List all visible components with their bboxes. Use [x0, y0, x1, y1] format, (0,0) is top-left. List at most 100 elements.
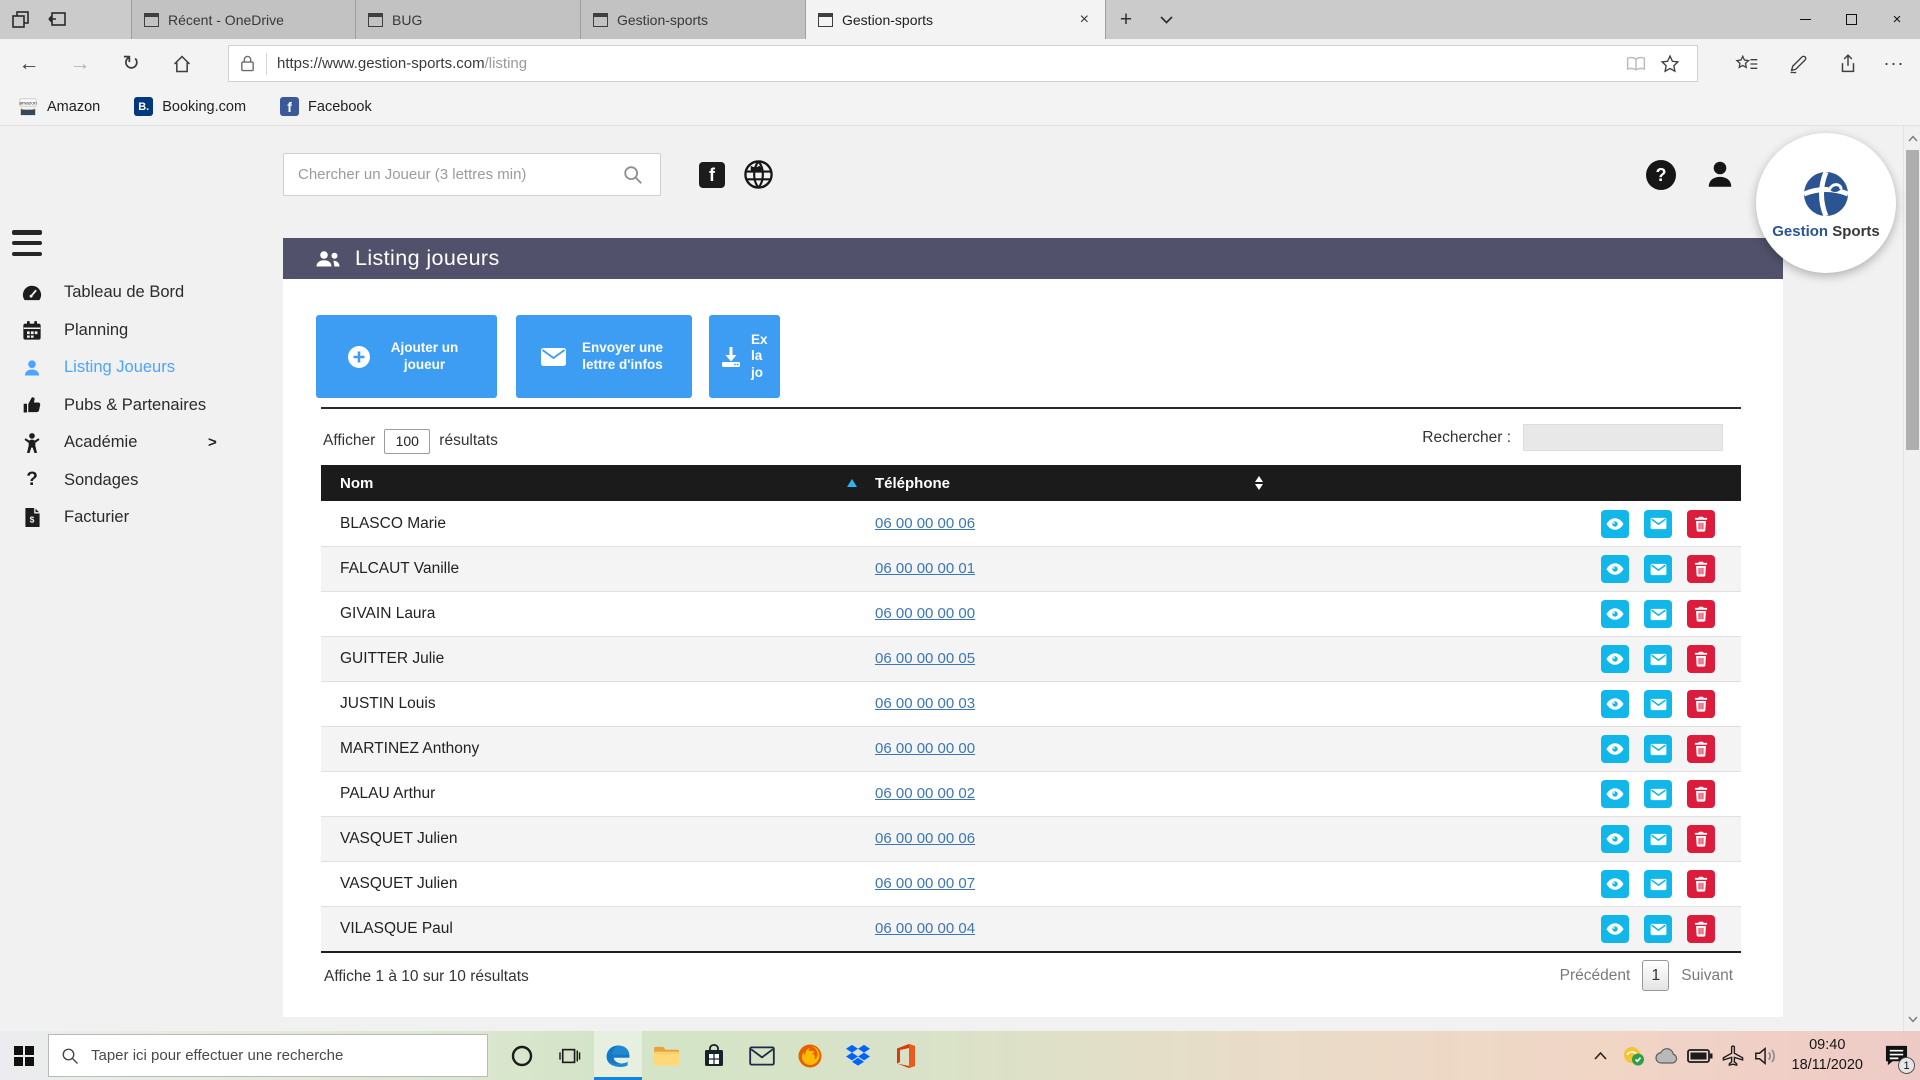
mail-icon[interactable]	[738, 1031, 786, 1080]
new-tab-button[interactable]: +	[1106, 0, 1146, 39]
favorites-hub-icon[interactable]	[1725, 45, 1769, 82]
view-player-button[interactable]	[1601, 600, 1629, 628]
player-phone[interactable]: 06 00 00 00 07	[875, 875, 975, 892]
antivirus-icon[interactable]	[1621, 1031, 1647, 1080]
delete-player-button[interactable]	[1687, 825, 1715, 853]
scroll-up-icon[interactable]	[1904, 128, 1920, 148]
column-header-nom[interactable]: Nom	[321, 475, 857, 492]
share-icon[interactable]	[1826, 45, 1870, 82]
email-player-button[interactable]	[1644, 510, 1672, 538]
add-player-button[interactable]: Ajouter un joueur	[316, 315, 497, 398]
set-tabs-aside-icon[interactable]	[8, 6, 34, 32]
sidebar-item-sondages[interactable]: ? Sondages	[0, 462, 265, 500]
back-button[interactable]: ←	[8, 43, 50, 84]
table-row[interactable]: VILASQUE Paul 06 00 00 00 04	[321, 906, 1741, 951]
next-button[interactable]: Suivant	[1681, 967, 1733, 985]
email-player-button[interactable]	[1644, 735, 1672, 763]
file-explorer-icon[interactable]	[642, 1031, 690, 1080]
tab-list-chevron-icon[interactable]	[1148, 0, 1184, 39]
close-tab-icon[interactable]: ×	[1076, 11, 1093, 29]
scroll-down-icon[interactable]	[1904, 1009, 1920, 1029]
player-phone[interactable]: 06 00 00 00 05	[875, 650, 975, 667]
view-player-button[interactable]	[1601, 510, 1629, 538]
delete-player-button[interactable]	[1687, 735, 1715, 763]
table-search-input[interactable]	[1523, 424, 1723, 451]
cortana-icon[interactable]	[498, 1031, 546, 1080]
favorite-star-icon[interactable]	[1653, 49, 1687, 79]
menu-hamburger-icon[interactable]	[12, 230, 42, 256]
table-row[interactable]: VASQUET Julien 06 00 00 00 07	[321, 861, 1741, 906]
airplane-mode-icon[interactable]	[1720, 1031, 1746, 1080]
previous-button[interactable]: Précédent	[1560, 967, 1631, 985]
action-center-icon[interactable]: 1	[1876, 1031, 1916, 1080]
view-player-button[interactable]	[1601, 825, 1629, 853]
taskbar-clock[interactable]: 09:40 18/11/2020	[1792, 1036, 1864, 1075]
view-player-button[interactable]	[1601, 915, 1629, 943]
annotate-pen-icon[interactable]	[1776, 45, 1820, 82]
close-window-button[interactable]: ×	[1874, 0, 1920, 39]
player-phone[interactable]: 06 00 00 00 03	[875, 695, 975, 712]
table-row[interactable]: VASQUET Julien 06 00 00 00 06	[321, 816, 1741, 861]
email-player-button[interactable]	[1644, 645, 1672, 673]
office-icon[interactable]	[882, 1031, 930, 1080]
export-players-button[interactable]: Ex la jo	[709, 315, 780, 398]
table-row[interactable]: JUSTIN Louis 06 00 00 00 03	[321, 681, 1741, 726]
delete-player-button[interactable]	[1687, 555, 1715, 583]
tab-gestion-sports-1[interactable]: Gestion-sports	[581, 0, 806, 39]
address-bar[interactable]: https://www.gestion-sports.com/listing	[228, 45, 1698, 82]
player-phone[interactable]: 06 00 00 00 06	[875, 515, 975, 532]
more-options-icon[interactable]: ···	[1872, 45, 1916, 82]
tab-gestion-sports-active[interactable]: Gestion-sports ×	[806, 0, 1106, 39]
view-player-button[interactable]	[1601, 645, 1629, 673]
start-button[interactable]	[0, 1031, 48, 1080]
volume-icon[interactable]	[1753, 1031, 1779, 1080]
results-count-input[interactable]	[384, 429, 430, 454]
delete-player-button[interactable]	[1687, 780, 1715, 808]
taskbar-search-box[interactable]	[48, 1034, 488, 1077]
sidebar-item-facturier[interactable]: $ Facturier	[0, 499, 265, 537]
delete-player-button[interactable]	[1687, 915, 1715, 943]
onedrive-cloud-icon[interactable]	[1654, 1031, 1680, 1080]
view-player-button[interactable]	[1601, 690, 1629, 718]
player-phone[interactable]: 06 00 00 00 01	[875, 560, 975, 577]
table-row[interactable]: BLASCO Marie 06 00 00 00 06	[321, 501, 1741, 546]
edge-taskbar-icon[interactable]	[594, 1031, 642, 1080]
page-number-button[interactable]: 1	[1642, 960, 1669, 991]
email-player-button[interactable]	[1644, 780, 1672, 808]
globe-icon[interactable]	[743, 159, 774, 190]
player-search-input[interactable]	[283, 153, 661, 196]
microsoft-store-icon[interactable]	[690, 1031, 738, 1080]
player-phone[interactable]: 06 00 00 00 00	[875, 605, 975, 622]
tab-bug[interactable]: BUG	[356, 0, 581, 39]
delete-player-button[interactable]	[1687, 600, 1715, 628]
tab-recent-onedrive[interactable]: Récent - OneDrive	[131, 0, 356, 39]
home-button[interactable]	[161, 43, 203, 84]
task-view-icon[interactable]	[546, 1031, 594, 1080]
forward-button[interactable]: →	[59, 43, 101, 84]
player-phone[interactable]: 06 00 00 00 00	[875, 740, 975, 757]
help-icon[interactable]: ?	[1646, 160, 1676, 190]
view-player-button[interactable]	[1601, 555, 1629, 583]
column-header-telephone[interactable]: Téléphone	[857, 475, 1263, 492]
battery-icon[interactable]	[1687, 1031, 1713, 1080]
view-player-button[interactable]	[1601, 870, 1629, 898]
table-row[interactable]: GIVAIN Laura 06 00 00 00 00	[321, 591, 1741, 636]
table-row[interactable]: FALCAUT Vanille 06 00 00 00 01	[321, 546, 1741, 591]
sidebar-item-tableau-de-bord[interactable]: Tableau de Bord	[0, 274, 265, 312]
table-row[interactable]: PALAU Arthur 06 00 00 00 02	[321, 771, 1741, 816]
delete-player-button[interactable]	[1687, 510, 1715, 538]
dropbox-icon[interactable]	[834, 1031, 882, 1080]
bookmark-booking[interactable]: B. Booking.com	[134, 97, 246, 116]
table-row[interactable]: MARTINEZ Anthony 06 00 00 00 00	[321, 726, 1741, 771]
sidebar-item-pubs-partenaires[interactable]: Pubs & Partenaires	[0, 387, 265, 425]
scrollbar-thumb[interactable]	[1906, 150, 1919, 450]
sidebar-item-academie[interactable]: Académie >	[0, 424, 265, 462]
reading-view-icon[interactable]	[1619, 49, 1653, 79]
send-newsletter-button[interactable]: Envoyer une lettre d'infos	[516, 315, 692, 398]
taskbar-search-input[interactable]	[91, 1047, 475, 1064]
delete-player-button[interactable]	[1687, 870, 1715, 898]
view-player-button[interactable]	[1601, 780, 1629, 808]
table-row[interactable]: GUITTER Julie 06 00 00 00 05	[321, 636, 1741, 681]
facebook-page-icon[interactable]: f	[699, 162, 725, 188]
bookmark-amazon[interactable]: amazon Amazon	[18, 98, 100, 116]
